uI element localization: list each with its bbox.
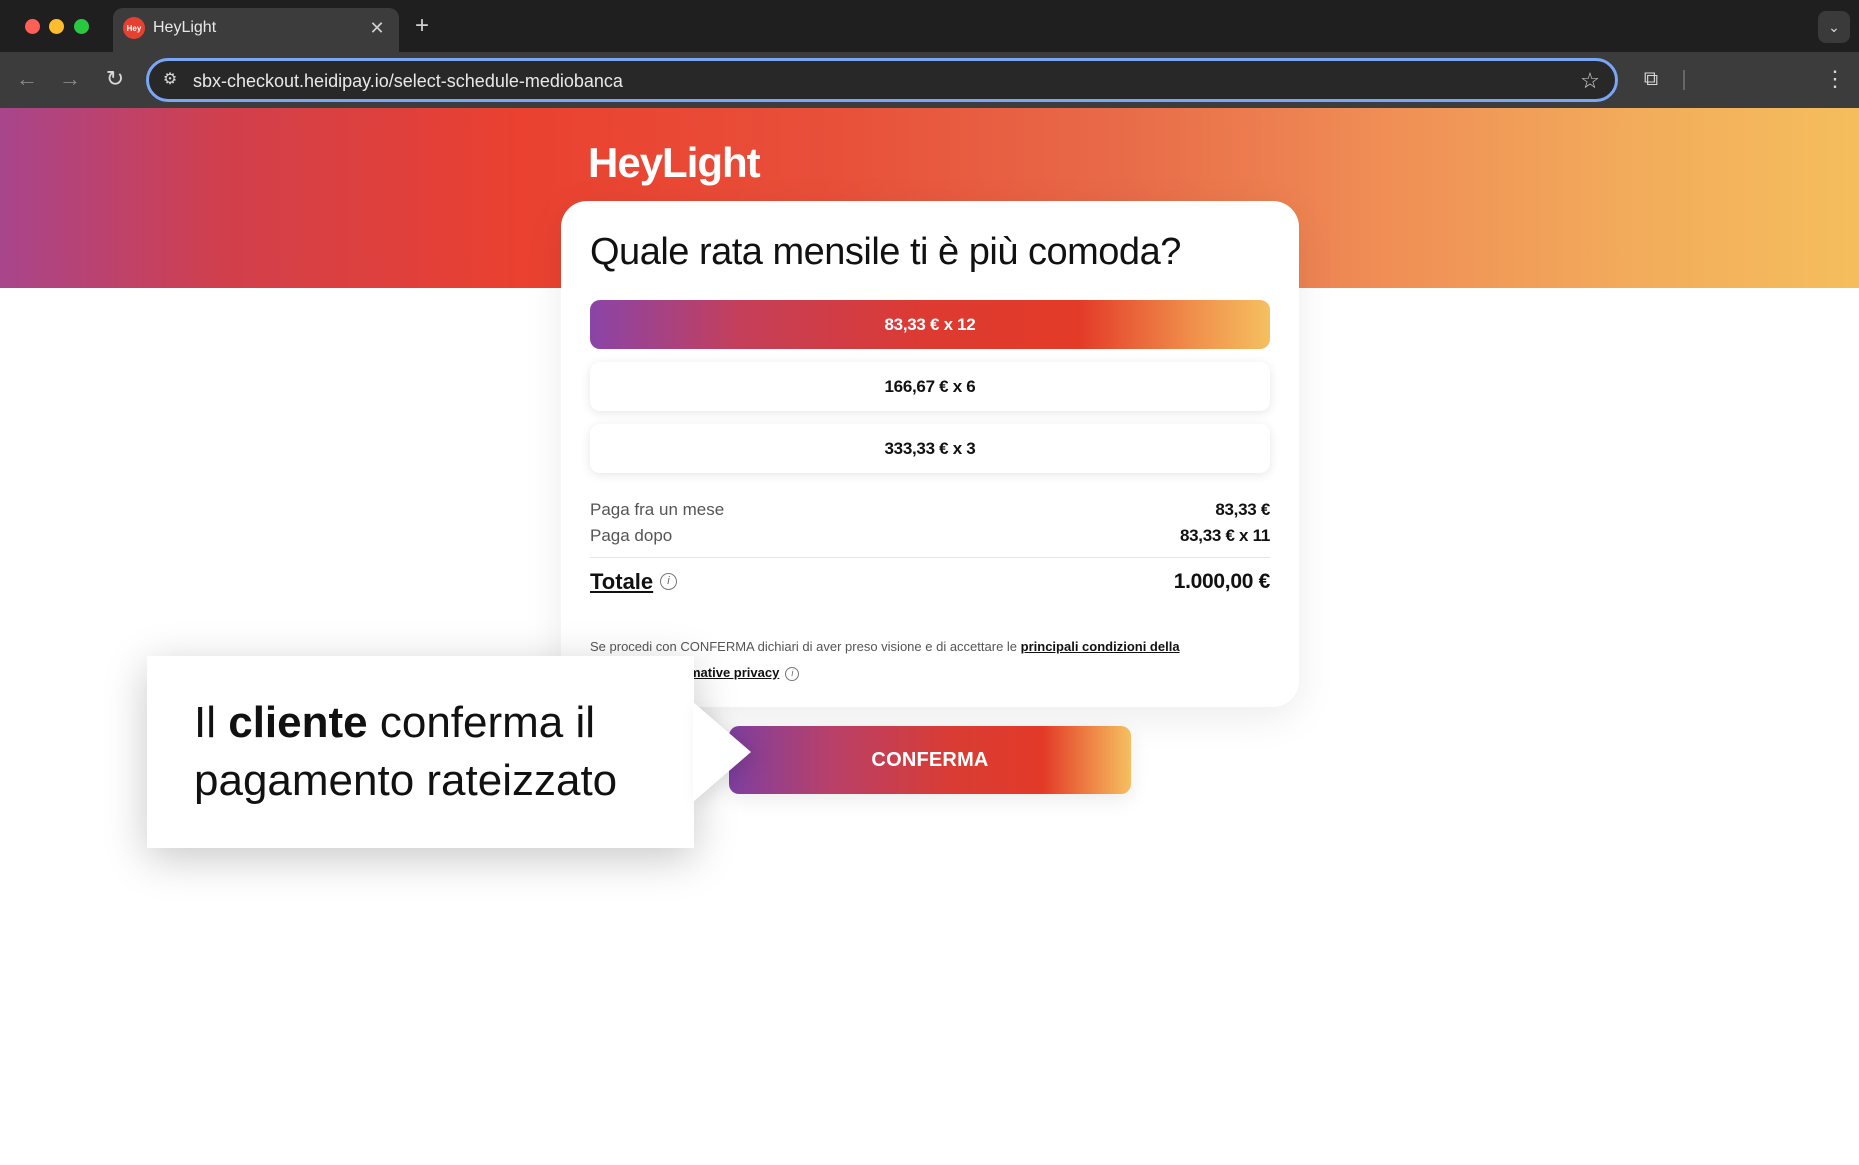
site-settings-icon[interactable]: ⚙ (159, 69, 181, 91)
schedule-option-3[interactable]: 333,33 € x 3 (590, 424, 1270, 473)
callout-bold-word: cliente (228, 698, 368, 747)
browser-toolbar: ← → ↻ ⚙ sbx-checkout.heidipay.io/select-… (0, 52, 1859, 108)
first-payment-label: Paga fra un mese (590, 500, 725, 519)
schedule-option-6[interactable]: 166,67 € x 6 (590, 362, 1270, 411)
conditions-link[interactable]: principali condizioni della (1021, 639, 1180, 654)
total-label-link[interactable]: Totale (590, 567, 653, 597)
later-payments-value: 83,33 € x 11 (1180, 526, 1270, 545)
bookmark-star-icon[interactable]: ☆ (1577, 68, 1603, 94)
checkout-page: HeyLight Quale rata mensile ti è più com… (0, 108, 1859, 1165)
menu-kebab-icon[interactable]: ⋮ (1820, 64, 1850, 94)
new-tab-icon[interactable]: + (408, 12, 436, 40)
legal-text: Se procedi con CONFERMA dichiari di aver… (590, 639, 1021, 654)
later-payments-label: Paga dopo (590, 526, 673, 545)
confirm-button[interactable]: CONFERMA (729, 726, 1131, 794)
browser-tab[interactable]: Hey HeyLight ✕ (113, 8, 399, 52)
forward-arrow-icon[interactable]: → (55, 64, 85, 94)
close-window-button[interactable] (25, 19, 40, 34)
heylight-favicon-icon: Hey (123, 17, 145, 39)
tab-strip: Hey HeyLight ✕ + ⌄ (0, 0, 1859, 52)
toolbar-divider (1683, 70, 1685, 90)
reload-icon[interactable]: ↻ (100, 64, 130, 94)
first-payment-value: 83,33 € (1215, 500, 1270, 519)
privacy-info-icon[interactable]: i (785, 666, 800, 681)
schedule-option-12[interactable]: 83,33 € x 12 (590, 300, 1270, 349)
heylight-logo: HeyLight (588, 139, 761, 186)
maximize-window-button[interactable] (74, 19, 89, 34)
annotation-callout: Il cliente conferma il pagamento rateizz… (147, 656, 694, 848)
summary-divider (590, 557, 1270, 558)
tab-title: HeyLight (153, 19, 217, 36)
summary-total: Totale i 1.000,00 € (590, 567, 1270, 597)
extensions-puzzle-icon[interactable]: ⧉ (1636, 64, 1666, 94)
total-value: 1.000,00 € (1173, 570, 1271, 593)
url-text[interactable]: sbx-checkout.heidipay.io/select-schedule… (193, 70, 623, 92)
minimize-window-button[interactable] (49, 19, 64, 34)
schedule-card: Quale rata mensile ti è più comoda? 83,3… (561, 201, 1299, 707)
callout-text: Il cliente conferma il pagamento rateizz… (194, 698, 618, 805)
callout-pointer-arrow (693, 702, 751, 802)
total-info-icon[interactable]: i (660, 573, 677, 590)
back-arrow-icon[interactable]: ← (12, 64, 42, 94)
browser-window: Hey HeyLight ✕ + ⌄ ← → ↻ ⚙ sbx-checkout.… (0, 0, 1859, 1165)
tab-search-chevron-icon[interactable]: ⌄ (1818, 11, 1850, 43)
close-tab-icon[interactable]: ✕ (365, 16, 389, 40)
page-title: Quale rata mensile ti è più comoda? (590, 231, 1181, 273)
address-bar[interactable]: ⚙ sbx-checkout.heidipay.io/select-schedu… (146, 58, 1618, 102)
